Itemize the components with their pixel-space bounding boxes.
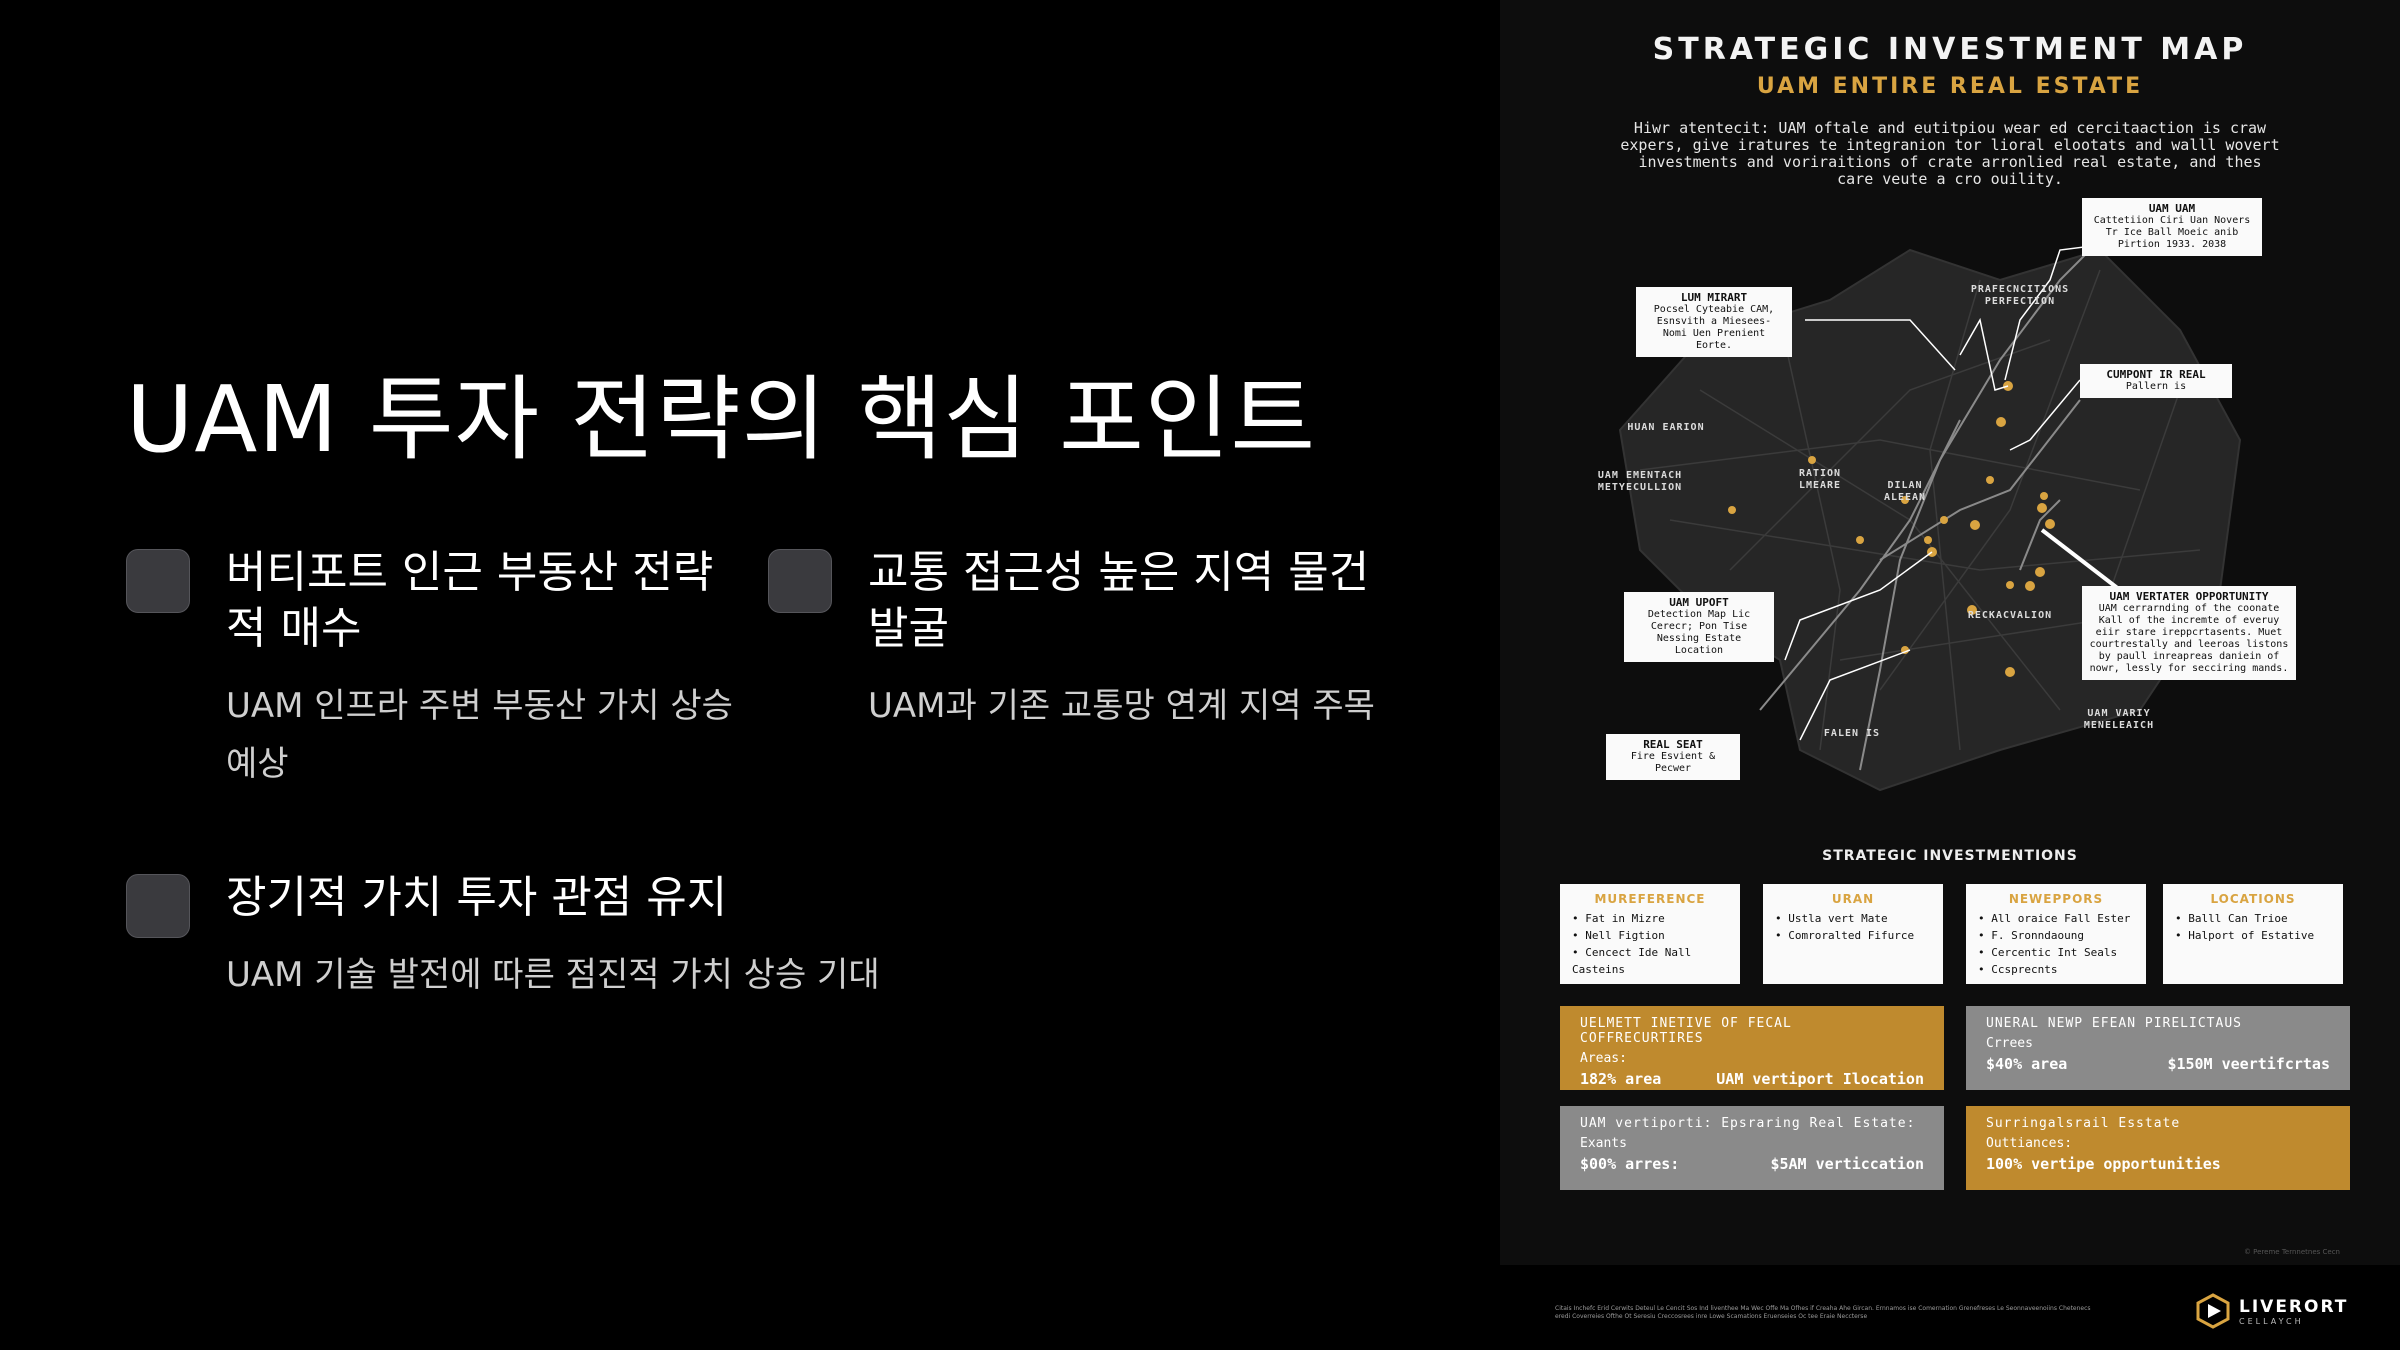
map-label: RATION LMEARE: [1798, 468, 1842, 491]
key-point-3: 장기적 가치 투자 관점 유지 UAM 기술 발전에 따른 점진적 가치 상승 …: [126, 870, 1026, 1004]
callout-real-seat: REAL SEAT Fire Esvient & Pecwer: [1606, 734, 1740, 780]
poster-footer: Citais Inchefc Erid Cerwits Deteul Le Ce…: [1500, 1265, 2400, 1350]
info-card: LOCATIONS • Balll Can Trioe • Halport of…: [2163, 884, 2343, 984]
stat-box: Surringalsrail Esstate Outtiances: 100% …: [1966, 1106, 2350, 1190]
card-title: LOCATIONS: [2210, 892, 2296, 906]
card-item: • Ccsprecnts: [1978, 963, 2058, 976]
callout-cumpont: CUMPONT IR REAL Pallern is: [2080, 364, 2232, 398]
stat-box: UELMETT INETIVE OF FECAL COFFRECURTIRES …: [1560, 1006, 1944, 1090]
card-item: • Comroralted Fifurce: [1775, 929, 1915, 942]
card-title: URAN: [1831, 892, 1875, 906]
slide-title: UAM 투자 전략의 핵심 포인트: [126, 366, 1317, 473]
callout-vertater: UAM VERTATER OPPORTUNITY UAM cerrarnding…: [2082, 586, 2296, 680]
poster-fine-print: © Pereme Ternnetnes Cecn: [2243, 1248, 2340, 1256]
info-card: URAN • Ustla vert Mate • Comroralted Fif…: [1763, 884, 1943, 984]
logo-name: LIVERORT: [2239, 1296, 2349, 1317]
investment-map-poster: STRATEGIC INVESTMENT MAP UAM ENTIRE REAL…: [1500, 0, 2400, 1265]
callout-lum-mirart: LUM MIRART Pocsel Cyteabie CAM, Esnsvith…: [1636, 287, 1792, 357]
card-item: • Cencect Ide Nall Casteins: [1572, 946, 1692, 976]
footer-fine-print: Citais Inchefc Erid Cerwits Deteul Le Ce…: [1555, 1305, 2091, 1320]
poster-title: STRATEGIC INVESTMENT MAP: [1652, 32, 2248, 67]
card-item: • Fat in Mizre: [1572, 912, 1665, 925]
card-item: • Ustla vert Mate: [1775, 912, 1888, 925]
section-heading: STRATEGIC INVESTMENTIONS: [1822, 848, 2078, 864]
info-card: MUREFERENCE • Fat in Mizre • Nell Figtio…: [1560, 884, 1740, 984]
bullet-box: [768, 549, 832, 613]
card-item: • All oraice Fall Ester: [1978, 912, 2131, 925]
map-label: UAM VARIY MENELEAICH: [2083, 708, 2155, 731]
poster-subtitle: UAM ENTIRE REAL ESTATE: [1756, 74, 2144, 99]
map-label: PRAFECNCITIONS PERFECTION: [1970, 284, 2070, 307]
map-label: HUAN EARION: [1627, 422, 1705, 433]
card-item: • Cercentic Int Seals: [1978, 946, 2118, 959]
key-point-title: 장기적 가치 투자 관점 유지: [226, 872, 728, 923]
logo-tagline: CELLAYCH: [2239, 1316, 2304, 1326]
map-label: DILAN ALEEAN: [1883, 480, 1927, 503]
callout-uam-uam: UAM UAM Cattetiion Ciri Uan Novers Tr Ic…: [2082, 198, 2262, 256]
map-label: RECKACVALION: [1967, 610, 2053, 621]
key-point-title: 교통 접근성 높은 지역 물건 발굴: [868, 547, 1370, 654]
stat-box: UAM vertiporti: Epsraring Real Estate: E…: [1560, 1106, 1944, 1190]
map-label: UAM EMENTACH METYECULLION: [1597, 470, 1683, 493]
city-map: UAM UAM Cattetiion Ciri Uan Novers Tr Ic…: [1580, 190, 2320, 800]
callout-uam-upoft: UAM UPOFT Detection Map Lic Cerecr; Pon …: [1624, 592, 1774, 662]
key-point-desc: UAM 기술 발전에 따른 점진적 가치 상승 기대: [226, 955, 880, 995]
card-item: • Nell Figtion: [1572, 929, 1665, 942]
key-point-1: 버티포트 인근 부동산 전략적 매수 UAM 인프라 주변 부동산 가치 상승 …: [126, 545, 746, 793]
poster-intro: Hiwr atentecit: UAM oftale and eutitpiou…: [1620, 119, 2280, 188]
bullet-box: [126, 549, 190, 613]
key-point-title: 버티포트 인근 부동산 전략적 매수: [226, 547, 714, 654]
brand-logo: LIVERORT CELLAYCH: [2195, 1293, 2348, 1329]
bullet-box: [126, 874, 190, 938]
map-label: FALEN IS: [1823, 728, 1881, 739]
card-title: MUREFERENCE: [1594, 892, 1706, 906]
info-card: NEWEPPORS • All oraice Fall Ester • F. S…: [1966, 884, 2146, 984]
key-point-2: 교통 접근성 높은 지역 물건 발굴 UAM과 기존 교통망 연계 지역 주목: [768, 545, 1388, 735]
card-item: • Balll Can Trioe: [2175, 912, 2288, 925]
card-item: • Halport of Estative: [2175, 929, 2315, 942]
card-item: • F. Sronndaoung: [1978, 929, 2084, 942]
card-title: NEWEPPORS: [2008, 892, 2104, 906]
key-point-desc: UAM 인프라 주변 부동산 가치 상승 예상: [226, 686, 733, 784]
logo-icon: [2196, 1293, 2230, 1329]
map-graphic: [1618, 229, 2242, 792]
key-point-desc: UAM과 기존 교통망 연계 지역 주목: [868, 686, 1375, 726]
stat-box: UNERAL NEWP EFEAN PIRELICTAUS Crrees $40…: [1966, 1006, 2350, 1090]
